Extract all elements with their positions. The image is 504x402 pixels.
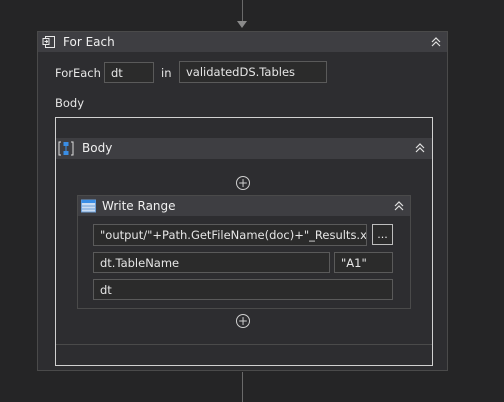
write-range-header[interactable]: Write Range [78, 196, 410, 216]
write-range-title: Write Range [102, 199, 176, 213]
body-bottom-divider [56, 344, 432, 345]
add-activity-plus-icon[interactable]: + [236, 176, 250, 190]
sheet-name-field[interactable]: dt.TableName [93, 252, 330, 273]
starting-cell-field[interactable]: "A1" [334, 252, 393, 273]
double-chevron-up-icon[interactable] [413, 141, 427, 155]
table-icon [81, 199, 96, 213]
foreach-title: For Each [63, 35, 115, 49]
body-label: Body [55, 96, 85, 110]
data-table-field[interactable]: dt [93, 279, 393, 300]
foreach-label: ForEach [55, 66, 101, 80]
double-chevron-up-icon[interactable] [392, 199, 406, 213]
foreach-activity[interactable]: For Each ForEach dt in validatedDS.Table… [37, 31, 448, 371]
body-container[interactable]: Body + Write Range "output/"+Path.GetFil… [55, 117, 433, 366]
foreach-icon [42, 35, 56, 49]
sequence-icon [58, 140, 74, 157]
workbook-path-field[interactable]: "output/"+Path.GetFileName(doc)+"_Result… [93, 224, 367, 246]
body-sequence-title: Body [82, 141, 113, 155]
add-activity-plus-icon[interactable]: + [236, 314, 250, 328]
body-sequence-header[interactable]: Body [56, 138, 432, 159]
collection-field[interactable]: validatedDS.Tables [179, 61, 327, 83]
in-label: in [161, 66, 172, 80]
bottom-connector-line [242, 372, 243, 402]
top-connector-arrow [237, 21, 247, 28]
browse-button[interactable]: ... [372, 224, 393, 245]
double-chevron-up-icon[interactable] [429, 35, 443, 49]
item-variable-field[interactable]: dt [104, 62, 154, 83]
foreach-header[interactable]: For Each [38, 32, 447, 52]
write-range-activity[interactable]: Write Range "output/"+Path.GetFileName(d… [77, 195, 411, 309]
top-connector-line [242, 0, 243, 22]
